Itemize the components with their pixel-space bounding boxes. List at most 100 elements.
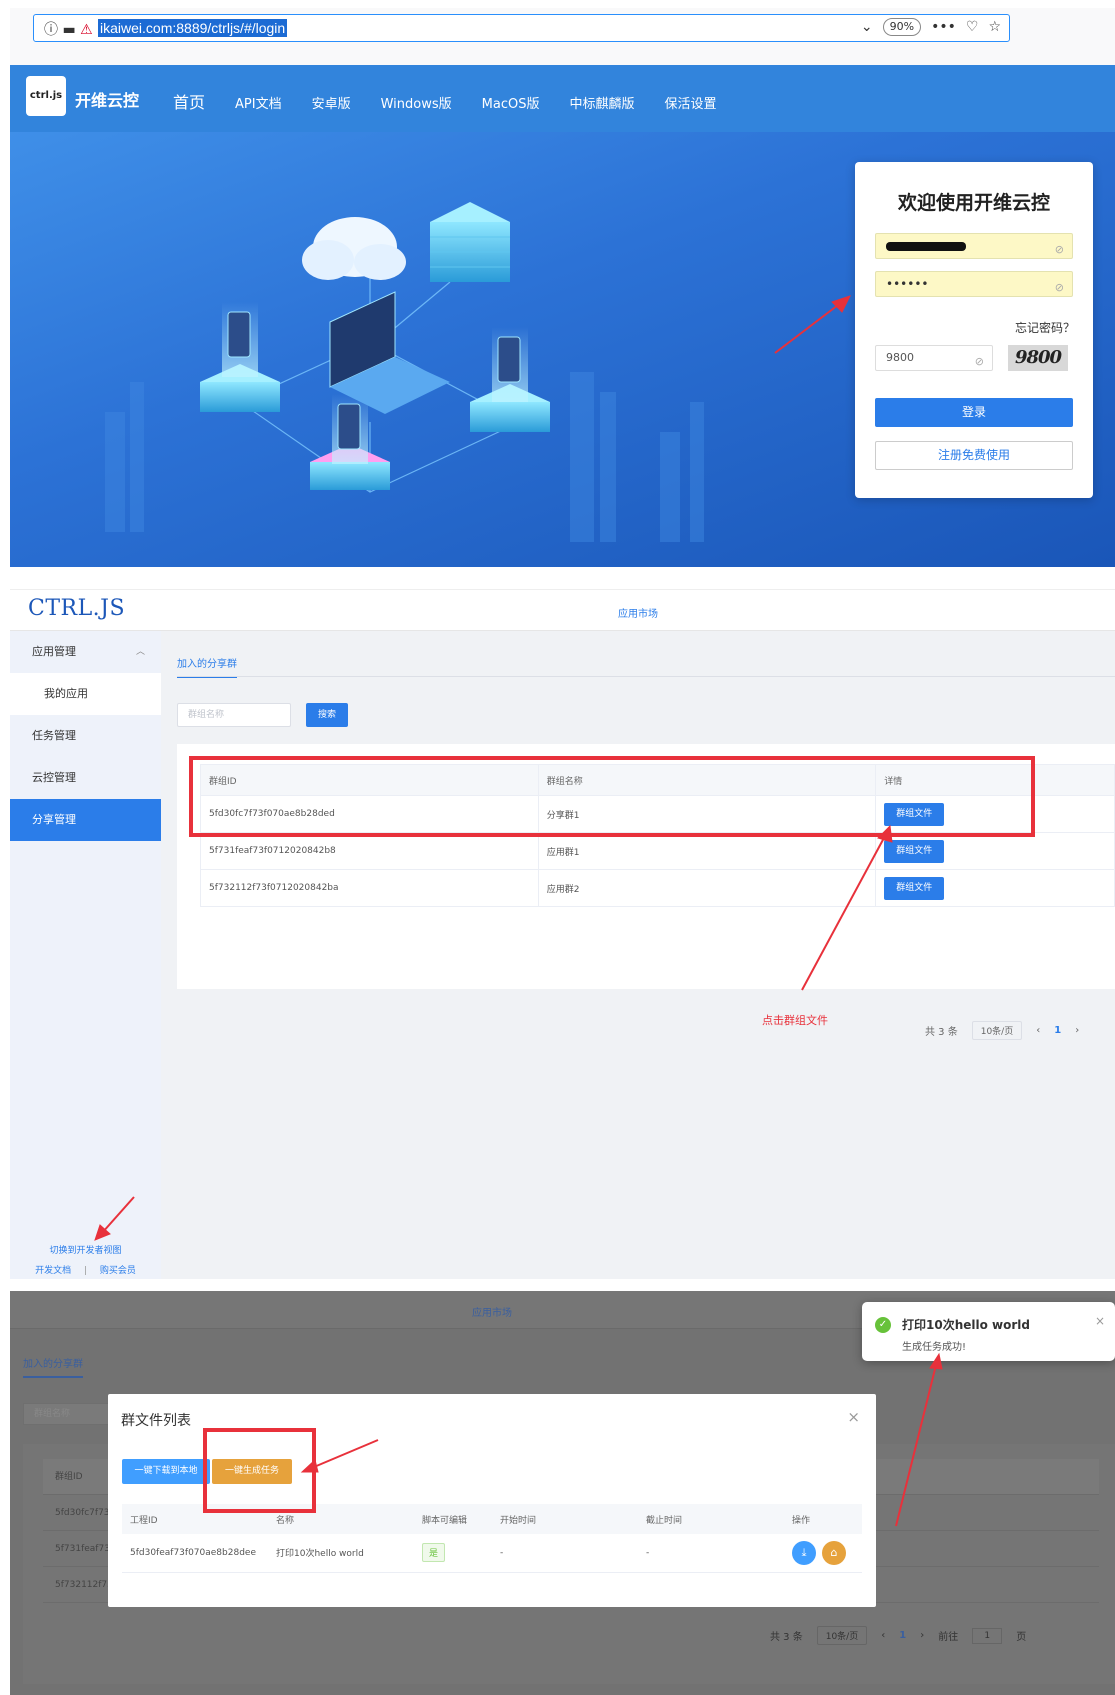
file-table: 工程ID 名称 脚本可编辑 开始时间 截止时间 操作 5fd30feaf73f0… [122,1504,862,1573]
group-files-button[interactable]: 群组文件 [884,876,945,900]
sidebar-item-share-manage[interactable]: 分享管理 [10,799,161,841]
app-market-link[interactable]: 应用市场 [618,605,658,620]
sidebar-footer-links: 开发文档 | 购买会员 [10,1263,161,1276]
nav-android[interactable]: 安卓版 [312,93,351,112]
admin-topbar: CTRL.JS 应用市场 [10,589,1115,631]
sidebar-item-my-apps[interactable]: 我的应用 [10,673,161,715]
nav-windows[interactable]: Windows版 [381,93,452,112]
sidebar-item-app-manage[interactable]: 应用管理 ︿ [10,631,161,673]
group-id-cell: 5f732112f73f0712020842ba [200,869,539,907]
nav-api-docs[interactable]: API文档 [235,93,282,112]
site-header: ctrl.js 开维云控 首页 API文档 安卓版 Windows版 MacOS… [10,65,1115,132]
zoom-level[interactable]: 90% [882,18,922,36]
detail-cell: 群组文件 [875,832,1115,870]
switch-dev-view-link[interactable]: 切换到开发者视图 [10,1243,161,1256]
table-row: 5f731feaf73f0712020842b8 应用群1 群组文件 [200,832,1115,870]
redaction-mark [886,242,966,251]
table-row: 5f732112f73f0712020842ba 应用群2 群组文件 [200,869,1115,907]
goto-page-input[interactable]: 1 [972,1627,1003,1644]
column-header: 截止时间 [638,1504,784,1534]
autofill-icon: ⊘ [974,355,984,368]
prev-page-button[interactable]: ‹ [1036,1025,1040,1036]
end-time-cell: - [638,1534,784,1573]
nav-macos[interactable]: MacOS版 [482,93,540,112]
chevron-up-icon: ︿ [135,647,145,657]
captcha-value: 9800 [886,351,914,364]
page-size-select[interactable]: 10条/页 [971,1021,1023,1040]
tab-joined-groups[interactable]: 加入的分享群 [23,1355,83,1378]
total-count: 共 3 条 [770,1632,803,1643]
total-count: 共 3 条 [925,1027,958,1038]
close-icon[interactable]: × [1095,1314,1105,1328]
star-icon[interactable]: ☆ [988,19,1001,35]
admin-main: 加入的分享群 群组名称 搜索 群组ID 群组名称 详情 5fd30fc7f73f… [161,631,1115,1279]
forgot-password-link[interactable]: 忘记密码？ [1015,319,1075,336]
next-page-button[interactable]: › [920,1630,924,1641]
notification-message: 生成任务成功! [902,1342,967,1353]
search-button[interactable]: 搜索 [306,703,348,727]
captcha-image[interactable]: 9800 [1008,345,1068,371]
current-page[interactable]: 1 [899,1630,906,1641]
task-icon[interactable]: ⌂ [822,1540,846,1565]
success-check-icon: ✓ [875,1317,891,1333]
url-text[interactable]: ikaiwei.com:8889/ctrljs/#/login [98,19,288,37]
current-page[interactable]: 1 [1054,1025,1061,1036]
more-icon[interactable]: ••• [931,19,956,35]
group-name-cell: 应用群1 [537,832,877,870]
reader-icon[interactable]: ▬ [62,22,75,38]
login-title: 欢迎使用开维云控 [897,192,1050,214]
address-bar-actions: ⌄ 90% ••• ♡ ☆ [861,18,1001,36]
info-icon[interactable]: ⓘ [44,22,58,38]
nav-home[interactable]: 首页 [173,89,205,113]
highlight-box [203,1428,316,1513]
address-bar[interactable]: ⓘ ▬ ⚠ ikaiwei.com:8889/ctrljs/#/login ⌄ … [33,14,1010,42]
group-name-search-input[interactable]: 群组名称 [177,703,291,727]
pocket-icon[interactable]: ♡ [966,19,979,35]
password-value: •••••• [886,277,929,291]
tab-joined-groups[interactable]: 加入的分享群 [177,655,237,678]
captcha-input[interactable]: 9800 ⊘ [875,345,993,371]
notification-title: 打印10次hello world [902,1318,1030,1332]
page-size-select[interactable]: 10条/页 [816,1626,868,1645]
detail-cell: 群组文件 [875,869,1115,907]
close-icon[interactable]: × [847,1408,860,1426]
sidebar-item-task-manage[interactable]: 任务管理 [10,715,161,757]
dialog-title: 群文件列表 [121,1413,191,1429]
group-name-search-input[interactable]: 群组名称 [23,1403,113,1425]
next-page-button[interactable]: › [1075,1025,1079,1036]
app-market-link[interactable]: 应用市场 [472,1304,512,1319]
highlight-box [189,756,1035,837]
cloud-shape [302,217,406,280]
file-name-cell: 打印10次hello world [268,1534,414,1573]
annotation-click-group-files: 点击群组文件 [762,1014,828,1027]
download-all-button[interactable]: 一键下载到本地 [122,1459,210,1484]
goto-label: 前往 [938,1632,959,1643]
column-header: 脚本可编辑 [414,1504,492,1534]
ctrljs-logo[interactable]: CTRL.JS [28,596,125,621]
dev-docs-link[interactable]: 开发文档 [35,1266,71,1276]
tab-divider [177,676,1115,677]
site-name[interactable]: 开维云控 [75,87,139,111]
download-icon[interactable]: ⤓ [792,1540,816,1565]
insecure-icon[interactable]: ⚠ [80,22,93,38]
buy-member-link[interactable]: 购买会员 [100,1266,136,1276]
register-button[interactable]: 注册免费使用 [875,441,1073,470]
login-card: 欢迎使用开维云控 ⊘ •••••• ⊘ 忘记密码？ 9800 ⊘ 9800 登录… [855,162,1093,498]
group-files-button[interactable]: 群组文件 [884,839,945,863]
autofill-icon: ⊘ [1054,281,1064,294]
actions-cell: ⤓ ⌂ [784,1534,862,1573]
username-input[interactable]: ⊘ [875,233,1073,259]
nav-kylin[interactable]: 中标麒麟版 [569,93,634,112]
editable-cell: 是 [414,1534,492,1573]
url-security-icons[interactable]: ⓘ ▬ ⚠ [44,19,93,39]
site-logo[interactable]: ctrl.js [26,76,66,116]
success-notification: ✓ 打印10次hello world 生成任务成功! × [862,1302,1115,1361]
login-button[interactable]: 登录 [875,398,1073,427]
chevron-down-icon[interactable]: ⌄ [861,19,873,35]
laptop-shape [329,291,450,414]
prev-page-button[interactable]: ‹ [881,1630,885,1641]
nav-keepalive[interactable]: 保活设置 [664,93,716,112]
column-header: 操作 [784,1504,862,1534]
password-input[interactable]: •••••• ⊘ [875,271,1073,297]
sidebar-item-cloud-manage[interactable]: 云控管理 [10,757,161,799]
